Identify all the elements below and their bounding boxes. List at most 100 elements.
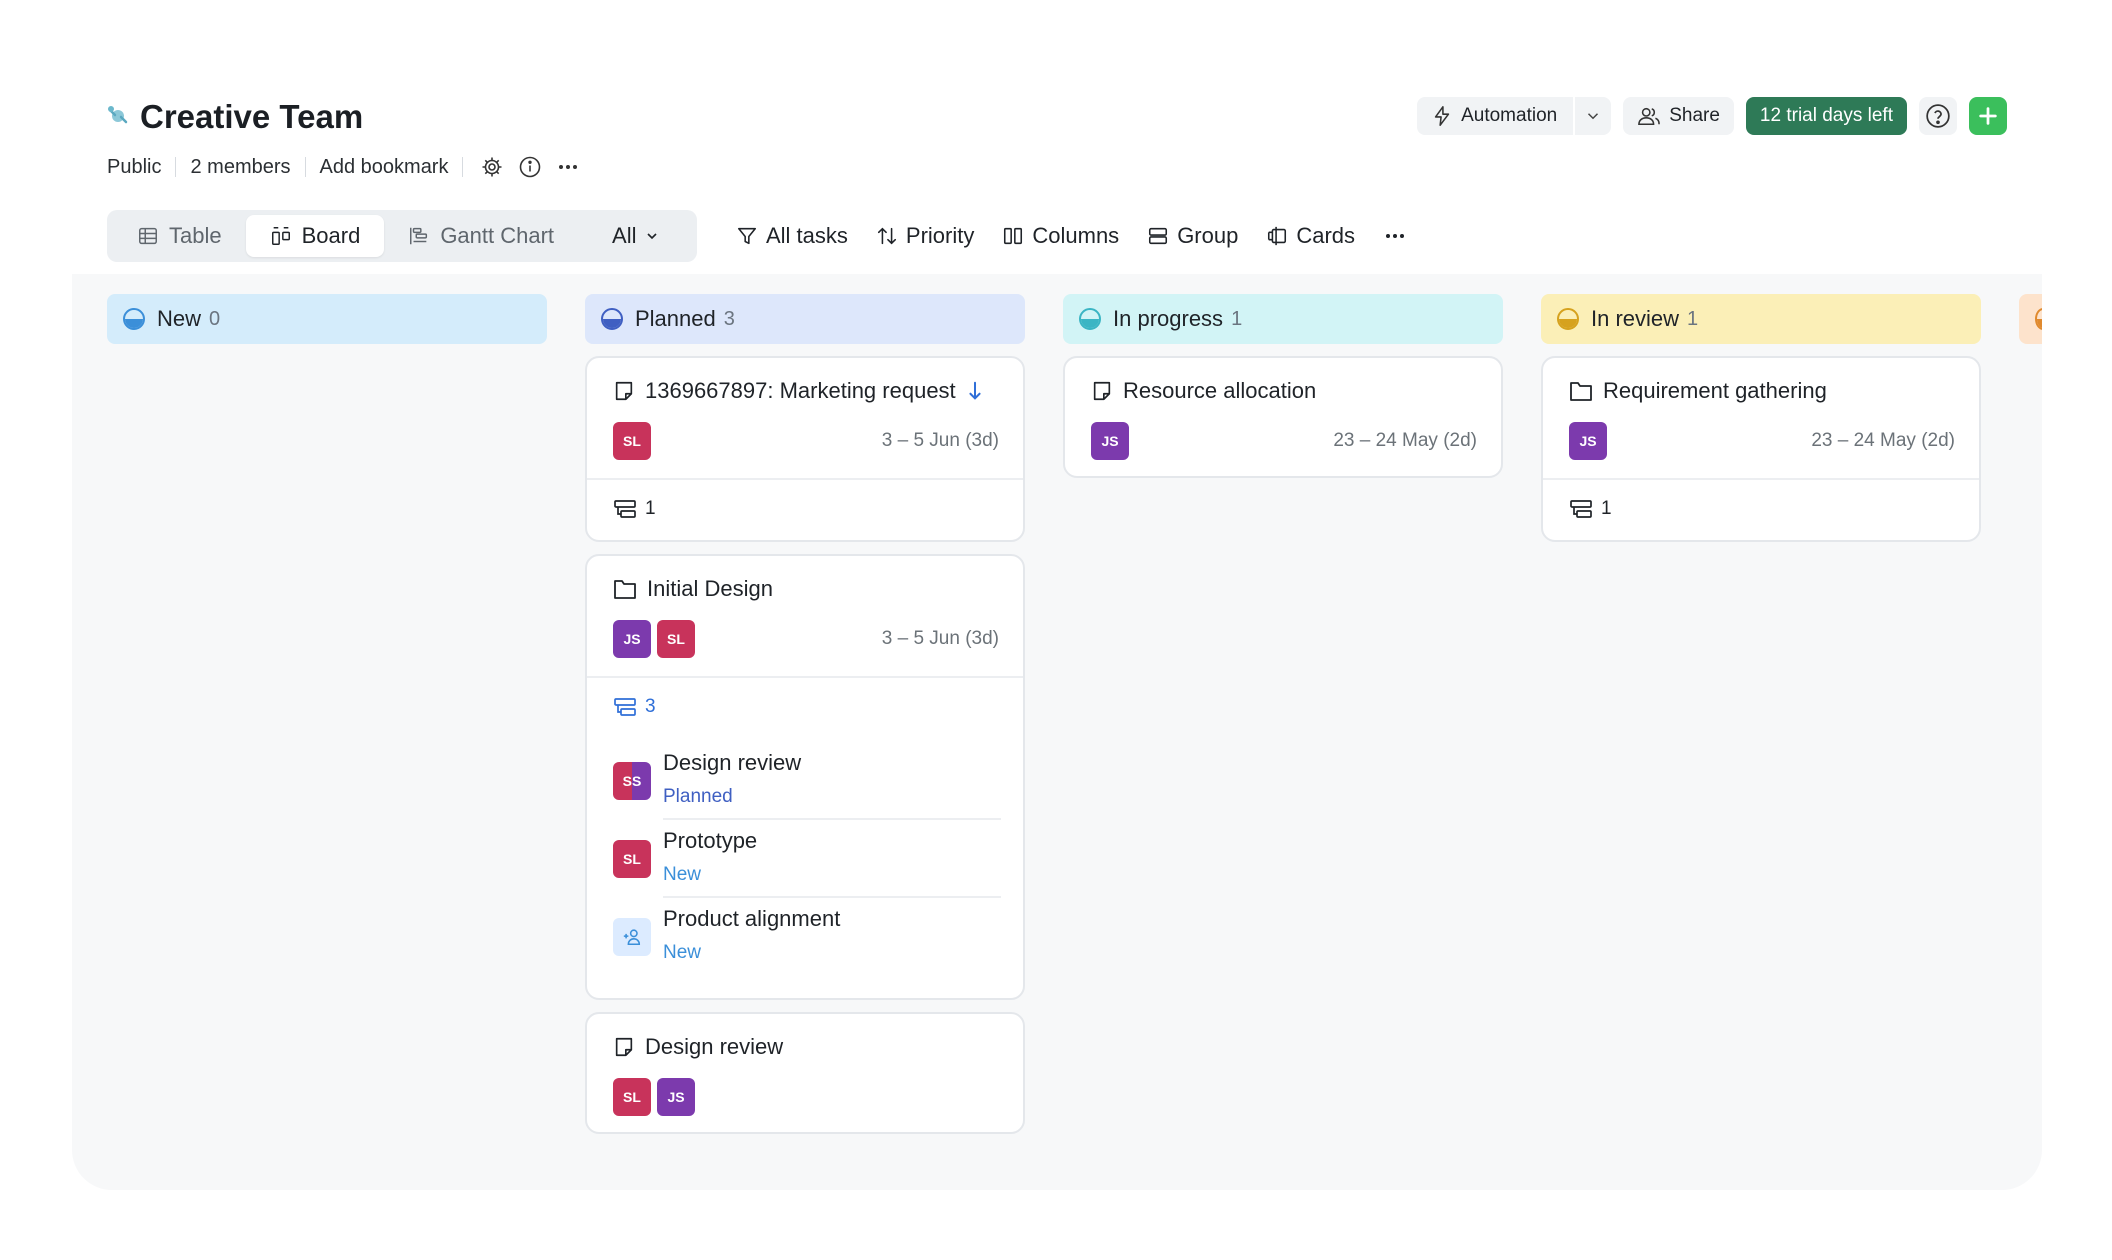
column-new: New 0 [107, 294, 547, 344]
toolbar-more-button[interactable] [1383, 224, 1407, 248]
info-icon[interactable] [515, 152, 545, 182]
filter-all-tasks-button[interactable]: All tasks [736, 223, 848, 249]
subtask-item-product-alignment[interactable]: Product alignment New [613, 898, 1001, 976]
subtask-title: Design review [663, 750, 802, 775]
view-switcher: Table Board Gantt Chart All [107, 210, 697, 262]
settings-gear-icon[interactable] [477, 152, 507, 182]
tab-table-label: Table [169, 223, 222, 248]
card-assignees: JS SL [613, 620, 695, 658]
column-header-new[interactable]: New 0 [107, 294, 547, 344]
task-icon [615, 381, 633, 401]
priority-low-arrow-icon [969, 381, 981, 400]
card-title: Resource allocation [1091, 378, 1316, 404]
card-title: Initial Design [613, 576, 773, 602]
card-title-text: Initial Design [647, 576, 773, 601]
column-header-partial[interactable] [2019, 294, 2042, 344]
card-assignees: JS [1091, 422, 1129, 460]
card-title: 1369667897: Marketing request [613, 378, 984, 404]
status-in-review-icon [1557, 308, 1579, 330]
subtasks-icon [1570, 500, 1592, 518]
task-card-resource-allocation[interactable]: Resource allocation JS 23 – 24 May (2d) [1063, 356, 1503, 478]
card-title: Design review [613, 1034, 783, 1060]
column-header-in-progress[interactable]: In progress 1 [1063, 294, 1503, 344]
visibility-label[interactable]: Public [107, 156, 161, 179]
subtask-status: Planned [663, 786, 733, 807]
avatar[interactable]: JS [613, 620, 651, 658]
task-card-design-review[interactable]: Design review SL JS [585, 1012, 1025, 1134]
add-button[interactable] [1969, 97, 2007, 135]
automation-dropdown-button[interactable] [1573, 97, 1611, 135]
avatar[interactable]: JS [657, 1078, 695, 1116]
status-partial-icon [2035, 308, 2042, 330]
help-button[interactable] [1919, 97, 1957, 135]
divider [175, 157, 177, 177]
avatar[interactable]: JS [1569, 422, 1607, 460]
column-title: In review [1591, 306, 1680, 331]
avatar: SL [613, 840, 651, 878]
card-date-range: 23 – 24 May (2d) [1811, 430, 1955, 451]
users-icon [1638, 107, 1661, 126]
cards-button[interactable]: Cards [1266, 223, 1355, 249]
tab-table[interactable]: Table [113, 215, 246, 257]
card-title-text: Design review [645, 1034, 784, 1059]
task-card-requirement-gathering[interactable]: Requirement gathering JS 23 – 24 May (2d… [1541, 356, 1981, 542]
column-in-review: In review 1 Requirement gathering JS 23 … [1541, 294, 1981, 542]
columns-icon [1004, 227, 1023, 245]
task-card-initial-design[interactable]: Initial Design JS SL 3 – 5 Jun (3d) 3 SS… [585, 554, 1025, 1000]
group-icon [1149, 227, 1168, 245]
divider [462, 157, 464, 177]
cards-icon [1268, 226, 1287, 246]
add-bookmark-link[interactable]: Add bookmark [320, 156, 449, 179]
card-assignees: JS [1569, 422, 1607, 460]
card-divider [1543, 478, 1979, 480]
subtask-count-toggle[interactable]: 3 [613, 696, 656, 718]
card-title-text: Requirement gathering [1603, 378, 1827, 403]
filter-icon [737, 227, 757, 245]
assign-user-icon[interactable] [613, 918, 651, 956]
group-button[interactable]: Group [1147, 223, 1238, 249]
subtask-title: Prototype [663, 828, 758, 853]
trial-days-badge[interactable]: 12 trial days left [1745, 97, 1907, 135]
column-header-planned[interactable]: Planned 3 [585, 294, 1025, 344]
avatar[interactable]: SL [613, 1078, 651, 1116]
sort-priority-button[interactable]: Priority [876, 223, 974, 249]
tab-board[interactable]: Board [245, 215, 385, 257]
share-button[interactable]: Share [1623, 97, 1734, 135]
status-in-progress-icon [1079, 308, 1101, 330]
subtask-count[interactable]: 1 [1569, 498, 1612, 520]
subtask-count-value: 1 [645, 498, 656, 519]
column-planned: Planned 3 1369667897: Marketing request … [585, 294, 1025, 1174]
divider [304, 157, 306, 177]
card-title-text: Resource allocation [1123, 378, 1317, 403]
avatar[interactable]: SL [613, 422, 651, 460]
all-tasks-label: All tasks [766, 223, 848, 248]
task-card-marketing-request[interactable]: 1369667897: Marketing request SL 3 – 5 J… [585, 356, 1025, 542]
cards-label: Cards [1296, 223, 1356, 248]
members-link[interactable]: 2 members [190, 156, 290, 179]
column-header-in-review[interactable]: In review 1 [1541, 294, 1981, 344]
column-title: Planned [635, 306, 716, 331]
task-icon [1093, 381, 1111, 401]
tab-gantt-chart[interactable]: Gantt Chart [384, 215, 578, 257]
column-in-progress: In progress 1 Resource allocation JS 23 … [1063, 294, 1503, 478]
gantt-icon [410, 227, 428, 245]
subtask-item-prototype[interactable]: SL Prototype New [613, 820, 1001, 898]
subtask-title: Product alignment [663, 906, 841, 931]
columns-button[interactable]: Columns [1002, 223, 1119, 249]
automation-button[interactable]: Automation [1417, 97, 1573, 135]
more-options-icon [1386, 234, 1405, 238]
more-options-icon[interactable] [553, 152, 583, 182]
chevron-down-icon [647, 233, 658, 240]
card-assignees: SL JS [613, 1078, 695, 1116]
question-circle-icon [1926, 104, 1950, 128]
subtask-count[interactable]: 1 [613, 498, 656, 520]
lightning-icon [1434, 106, 1450, 126]
card-divider [587, 676, 1023, 678]
avatar[interactable]: JS [1091, 422, 1129, 460]
subtask-status: New [663, 864, 702, 885]
avatar[interactable]: SL [657, 620, 695, 658]
satellite-icon [108, 106, 128, 124]
subtask-item-design-review[interactable]: SS Design review Planned [613, 742, 1001, 820]
automation-label: Automation [1461, 105, 1558, 126]
view-filter-all-dropdown[interactable]: All [600, 215, 672, 257]
